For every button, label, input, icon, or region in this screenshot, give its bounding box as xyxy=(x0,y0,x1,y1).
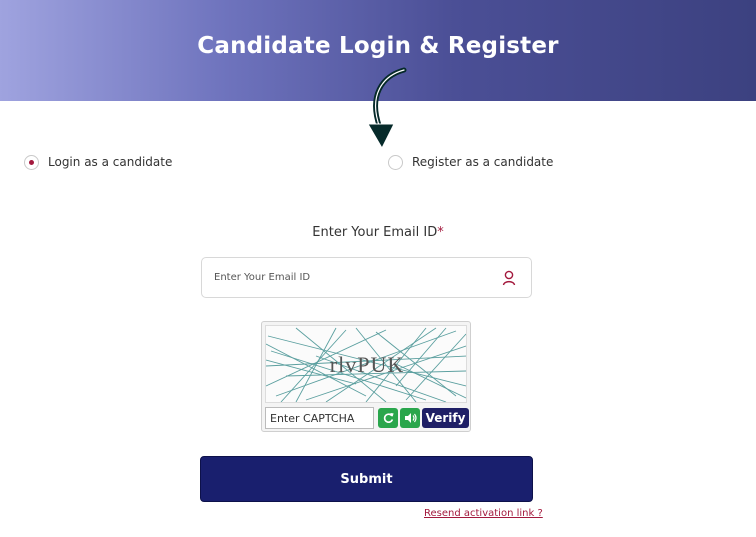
email-label-text: Enter Your Email ID xyxy=(312,225,438,240)
captcha-image: rlvPUK xyxy=(265,325,467,403)
login-option[interactable]: Login as a candidate xyxy=(24,152,172,172)
register-option[interactable]: Register as a candidate xyxy=(388,152,553,172)
email-field-container xyxy=(201,257,532,298)
captcha-code: rlvPUK xyxy=(329,352,405,377)
submit-button[interactable]: Submit xyxy=(200,456,533,502)
login-radio-label: Login as a candidate xyxy=(48,155,173,169)
register-radio-label: Register as a candidate xyxy=(412,155,554,169)
captcha-input[interactable] xyxy=(265,407,374,429)
pointer-arrow-icon xyxy=(367,67,407,150)
page-title: Candidate Login & Register xyxy=(197,33,559,59)
resend-activation-link[interactable]: Resend activation link ? xyxy=(424,508,543,519)
speaker-icon xyxy=(404,413,417,423)
email-label: Enter Your Email ID* xyxy=(0,225,756,240)
register-radio[interactable] xyxy=(388,154,403,170)
email-input[interactable] xyxy=(214,258,494,297)
verify-captcha-button[interactable]: Verify xyxy=(422,408,469,428)
refresh-icon xyxy=(383,413,394,423)
refresh-captcha-button[interactable] xyxy=(378,408,398,428)
user-icon xyxy=(502,270,516,286)
audio-captcha-button[interactable] xyxy=(400,408,420,428)
login-radio[interactable] xyxy=(24,154,39,170)
required-mark: * xyxy=(437,225,444,240)
captcha-widget: rlvPUK Verify xyxy=(261,321,471,432)
